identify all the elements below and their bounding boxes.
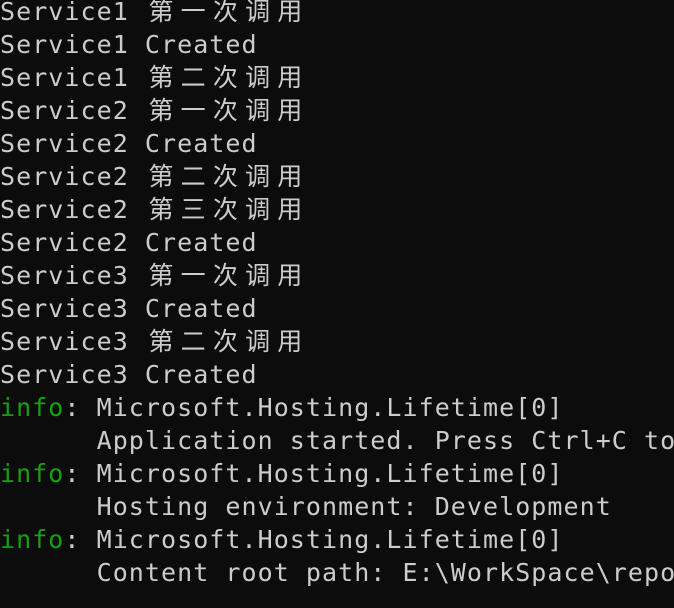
console-line: Hostingenvironment:Development (96, 492, 611, 521)
console-line: Service2第二次调用 (0, 162, 303, 191)
console-line: i n f o: Mi c r o s o f t. Ho s t i n g. Li f e t i m e[0] (0, 525, 563, 554)
console-line: Service3Created (0, 360, 257, 389)
console-line: Co n t e n t r o o t p a t h: E: \ Wo r k Sp a c e \ r e p o (96, 558, 674, 587)
console-line: Service3第二次调用 (0, 327, 303, 356)
console-line: Service3第一次调用 (0, 261, 303, 290)
console-line: i n f o: Mi c r o s o f t. Ho s t i n g. Li f e t i m e[0] (0, 459, 563, 488)
terminal-console-output[interactable]: Service1第一次调用 Service1Created Service1第二次调… (0, 0, 674, 608)
console-line: Service2第三次调用 (0, 195, 303, 224)
console-line: Service2第一次调用 (0, 96, 303, 125)
console-line: Service1第一次调用 (0, 0, 303, 26)
console-line: Service1第二次调用 (0, 63, 303, 92)
console-line: Service2Created (0, 129, 257, 158)
console-line: i n f o: Mi c r o s o f t. Ho s t i n g. Li f e t i m e[0] (0, 393, 563, 422)
console-line: Ap p l i c a t i o n s t a r t e d. Pr e s s Ct r l + Ct o (96, 426, 674, 455)
console-line: Service2Created (0, 228, 257, 257)
console-line: Service1Created (0, 30, 257, 59)
console-line: Service3Created (0, 294, 257, 323)
